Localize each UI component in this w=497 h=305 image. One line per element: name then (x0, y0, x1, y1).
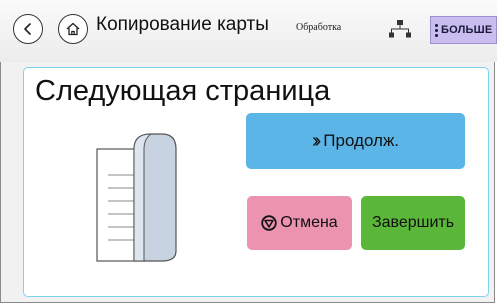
finish-button[interactable]: Завершить (361, 196, 465, 250)
network-icon (389, 20, 411, 38)
next-page-heading: Следующая страница (35, 75, 331, 107)
continue-label: Продолж. (323, 131, 400, 150)
home-button[interactable] (58, 14, 88, 44)
continue-button[interactable]: ›› Продолж. (246, 113, 465, 169)
vertical-dots-icon (435, 23, 438, 37)
status-text: Обработка (296, 22, 342, 33)
stop-icon (261, 215, 277, 231)
cancel-button[interactable]: Отмена (247, 196, 352, 250)
cancel-label: Отмена (280, 214, 338, 231)
back-button[interactable] (13, 14, 43, 44)
back-arrow-icon (24, 23, 31, 35)
finish-label: Завершить (371, 214, 455, 231)
page-title: Копирование карты (96, 14, 269, 35)
header-bar: Копирование карты Обработка БОЛЬШЕ (0, 0, 497, 62)
more-label: БОЛЬШЕ (441, 24, 493, 36)
more-button[interactable]: БОЛЬШЕ (430, 16, 497, 44)
home-icon (66, 22, 80, 36)
double-chevron-right-icon: ›› (311, 129, 322, 152)
document-page-turn-icon (96, 133, 177, 262)
